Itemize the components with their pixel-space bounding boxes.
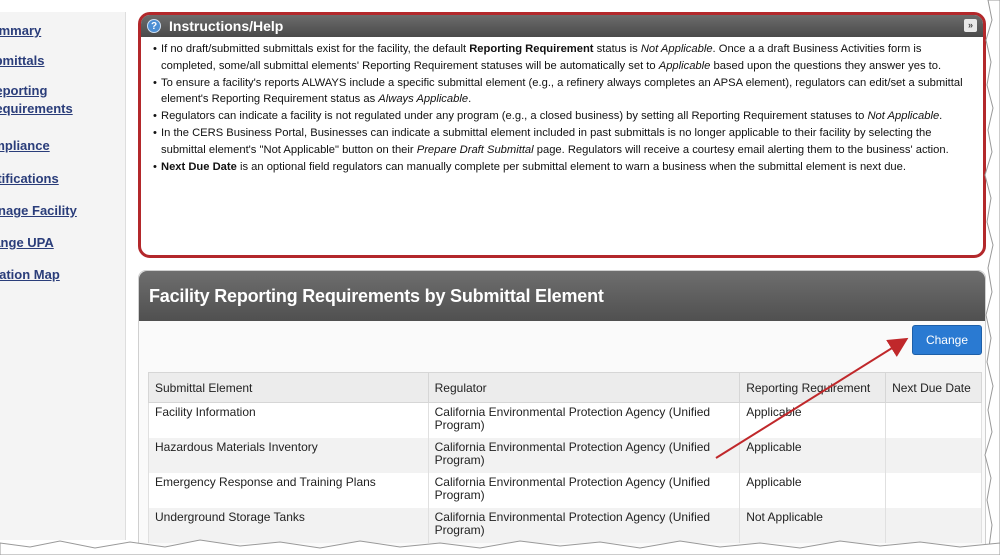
cell-regulator: California Environmental Protection Agen… [427, 402, 741, 438]
table-row[interactable]: Emergency Response and Training Plans Ca… [148, 472, 982, 508]
requirements-table: Submittal Element Regulator Reporting Re… [148, 372, 982, 543]
sidebar-item-reporting-requirements[interactable]: Reporting Requirements [0, 82, 110, 118]
sidebar-item-compliance[interactable]: Compliance [0, 137, 124, 155]
help-item: In the CERS Business Portal, Businesses … [153, 125, 973, 159]
cell-requirement: Applicable [739, 472, 887, 508]
torn-edge-bottom [0, 539, 1000, 555]
cell-element: Emergency Response and Training Plans [148, 472, 429, 508]
sidebar-item-submittals[interactable]: Submittals [0, 52, 124, 70]
torn-edge-right [984, 0, 1000, 555]
help-title: Instructions/Help [169, 18, 284, 34]
cell-element: Hazardous Materials Inventory [148, 437, 429, 473]
collapse-icon[interactable]: » [964, 19, 977, 32]
cell-element: Facility Information [148, 402, 429, 438]
help-body: If no draft/submitted submittals exist f… [141, 37, 983, 175]
section-title: Facility Reporting Requirements by Submi… [139, 271, 985, 321]
column-header[interactable]: Reporting Requirement [739, 372, 887, 403]
cell-regulator: California Environmental Protection Agen… [427, 437, 741, 473]
help-item: To ensure a facility's reports ALWAYS in… [153, 75, 973, 109]
sidebar-item-notifications[interactable]: Notifications [0, 170, 124, 188]
column-header[interactable]: Next Due Date [885, 372, 982, 403]
help-item: If no draft/submitted submittals exist f… [153, 41, 973, 75]
column-header[interactable]: Regulator [427, 372, 741, 403]
cell-regulator: California Environmental Protection Agen… [427, 472, 741, 508]
help-header: ? Instructions/Help » [141, 15, 983, 37]
help-list: If no draft/submitted submittals exist f… [153, 41, 973, 175]
help-item: Next Due Date is an optional field regul… [153, 159, 973, 176]
cell-due-date [885, 402, 982, 438]
table-header-row: Submittal Element Regulator Reporting Re… [148, 372, 982, 403]
help-icon: ? [147, 19, 161, 33]
sidebar-item-change-upa[interactable]: Change UPA [0, 234, 124, 252]
cell-due-date [885, 437, 982, 473]
cell-due-date [885, 472, 982, 508]
sidebar-item-location-map[interactable]: Location Map [0, 266, 124, 284]
cell-requirement: Applicable [739, 402, 887, 438]
change-button[interactable]: Change [912, 325, 982, 355]
sidebar-item-summary[interactable]: Summary [0, 22, 124, 40]
cell-requirement: Applicable [739, 437, 887, 473]
table-row[interactable]: Facility Information California Environm… [148, 402, 982, 438]
instructions-help-panel: ? Instructions/Help » If no draft/submit… [138, 12, 986, 258]
reporting-requirements-section: Facility Reporting Requirements by Submi… [138, 270, 986, 555]
sidebar-item-manage-facility[interactable]: Manage Facility [0, 202, 124, 220]
column-header[interactable]: Submittal Element [148, 372, 429, 403]
table-row[interactable]: Hazardous Materials Inventory California… [148, 437, 982, 473]
page-frame: Summary Submittals Reporting Requirement… [0, 0, 1000, 555]
sidebar-nav: Summary Submittals Reporting Requirement… [0, 12, 126, 540]
help-item: Regulators can indicate a facility is no… [153, 108, 973, 125]
